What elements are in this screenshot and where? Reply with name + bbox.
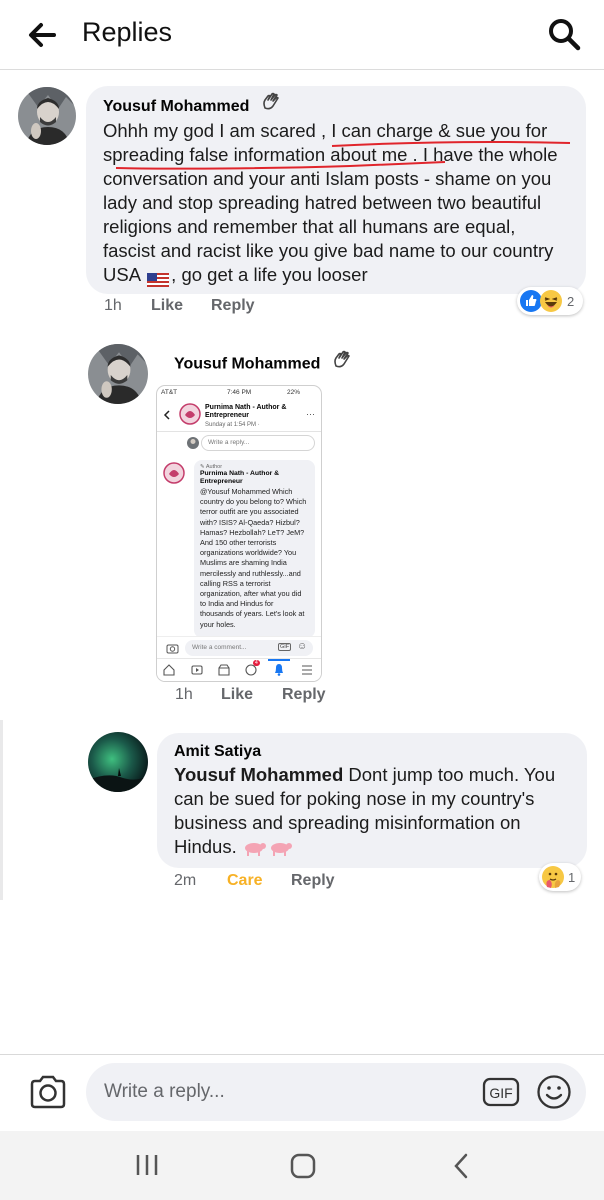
avatar-yousuf[interactable] [18,87,76,145]
emoji-icon[interactable] [536,1074,572,1110]
comment-text: Yousuf Mohammed Dont jump too much. You … [174,764,556,857]
avatar-yousuf[interactable] [88,344,148,404]
camera-icon [166,644,179,654]
bell-icon [275,664,283,676]
waving-hand-icon [331,350,351,375]
comment-actions: 1h Like Reply [175,686,375,706]
page-title: Replies [82,17,173,47]
waving-hand-icon [260,92,280,117]
notification-badge: 4 [253,660,260,666]
marketplace-icon [218,664,230,676]
screenshot-comment-bubble: ✎ Author Purnima Nath - Author & Entrepr… [194,460,315,638]
reply-button[interactable]: Reply [282,686,326,704]
reply-composer: GIF [0,1054,604,1131]
thread-indicator [0,720,3,900]
comment-actions: 2m Care Reply [174,872,394,892]
comment-time: 1h [175,686,193,703]
comment-time: 2m [174,872,197,889]
mention-link[interactable]: Yousuf Mohammed [174,764,343,785]
comment-bubble-amit: Amit Satiya Yousuf Mohammed Dont jump to… [157,733,587,868]
emoji-icon: ☺ [297,641,308,652]
screenshot-reply-field: Write a reply... [201,435,315,451]
avatar-amit[interactable] [88,732,148,792]
comment-author[interactable]: Amit Satiya [174,743,261,761]
comment-time: 1h [104,297,122,314]
header-bar: Replies [0,0,604,70]
like-button[interactable]: Like [221,686,253,704]
reactions-summary[interactable]: 2 [517,287,583,315]
screenshot-tab-bar: 4 [157,658,321,681]
commenter-avatar [163,462,185,484]
svg-text:GIF: GIF [489,1085,512,1101]
gif-button[interactable]: GIF [482,1075,522,1109]
attached-screenshot[interactable]: AT&T 7:46 PM 22% Purnima Nath - Author &… [157,386,321,681]
care-button[interactable]: Care [227,872,263,890]
reaction-count: 1 [568,870,576,885]
menu-icon [302,665,312,675]
home-button-icon[interactable] [290,1153,316,1184]
comment-author[interactable]: Yousuf Mohammed [103,98,249,116]
like-button[interactable]: Like [151,297,183,315]
comment-actions: 1h Like Reply [104,297,304,317]
comment-bubble-yousuf: Yousuf Mohammed Ohhh my god I am scared … [86,86,586,294]
back-arrow-icon[interactable] [24,18,60,52]
screenshot-status-bar: AT&T 7:46 PM 22% [161,389,301,396]
screenshot-comment-bar: Write a comment... GIF ☺ [157,636,321,658]
mini-avatar [187,437,199,449]
system-navigation-bar [0,1131,604,1200]
reaction-count: 2 [567,294,575,309]
camera-icon[interactable] [28,1073,68,1111]
more-icon: ··· [306,409,315,419]
reply-button[interactable]: Reply [211,297,255,315]
screenshot-post-header: Purnima Nath - Author & Entrepreneur Sun… [157,398,321,432]
comment-text: Ohhh my god I am scared , I can charge &… [103,119,570,288]
care-reaction-icon [542,866,564,888]
back-chevron-icon [163,410,170,420]
search-icon[interactable] [546,16,582,52]
video-icon [191,665,203,675]
reactions-summary[interactable]: 1 [539,863,581,891]
home-icon [163,664,175,676]
haha-reaction-icon [540,290,562,312]
recent-apps-icon[interactable] [134,1153,160,1182]
comment-author[interactable]: Yousuf Mohammed [174,350,351,375]
system-back-icon[interactable] [452,1153,470,1184]
pig-emoji-icon [242,836,294,857]
reply-button[interactable]: Reply [291,872,335,890]
us-flag-icon [147,269,170,288]
page-avatar [179,403,201,425]
